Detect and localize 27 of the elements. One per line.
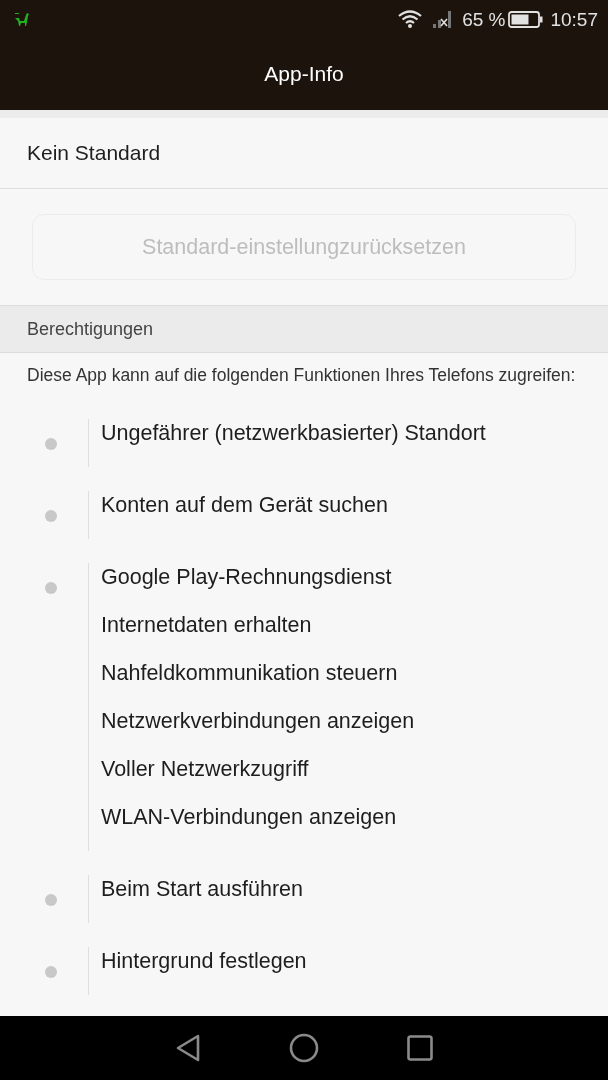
permissions-description: Diese App kann auf die folgenden Funktionen Ihres Telefons zugreifen: bbox=[26, 364, 577, 385]
permission-item: Konten auf dem Gerät suchen bbox=[101, 493, 388, 517]
default-status-label: Kein Standard bbox=[0, 118, 608, 189]
section-header: Berechtigungen bbox=[0, 305, 608, 353]
permission-item: Internetdaten erhalten bbox=[101, 613, 312, 637]
screen-title: App-Info bbox=[264, 61, 344, 88]
bullet-icon bbox=[45, 510, 57, 522]
back-icon[interactable] bbox=[175, 1034, 201, 1062]
home-icon[interactable] bbox=[289, 1033, 319, 1063]
bullet-icon bbox=[45, 894, 57, 906]
wifi-icon bbox=[398, 10, 423, 28]
permission-item: Netzwerkverbindungen anzeigen bbox=[101, 709, 415, 733]
bullet-icon bbox=[45, 438, 57, 450]
notification-icon bbox=[14, 12, 30, 26]
permission-item: Google Play-Rechnungsdienst bbox=[101, 565, 392, 589]
permission-item: Voller Netzwerkzugriff bbox=[101, 757, 309, 781]
permission-item: Beim Start ausführen bbox=[101, 877, 303, 901]
battery-percent: 65 % bbox=[462, 9, 506, 29]
permission-item: Hintergrund festlegen bbox=[101, 949, 307, 973]
battery-icon bbox=[508, 10, 544, 28]
bullet-icon bbox=[45, 582, 57, 594]
bullet-icon bbox=[45, 966, 57, 978]
permission-item: WLAN-Verbindungen anzeigen bbox=[101, 805, 397, 829]
recents-icon[interactable] bbox=[407, 1035, 433, 1061]
clock-time: 10:57 bbox=[550, 9, 598, 29]
permission-item: Ungefährer (netzwerkbasierter) Standort bbox=[101, 421, 486, 445]
permission-item: Nahfeldkommunikation steuern bbox=[101, 661, 398, 685]
